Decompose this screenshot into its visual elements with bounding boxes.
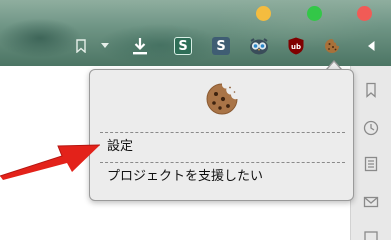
bookmarks-sidebar-icon[interactable] [363,82,379,98]
menu-separator [100,132,345,133]
reading-list-sidebar-icon[interactable] [363,156,379,172]
extension-s-green-icon[interactable]: S [174,36,192,56]
download-icon[interactable] [131,36,149,56]
panel-sidebar-icon[interactable] [363,230,379,240]
cookie-extension-icon[interactable] [323,36,341,56]
mail-sidebar-icon[interactable] [363,194,379,210]
minimize-window-button[interactable] [256,6,271,21]
bookmark-icon[interactable] [75,36,87,56]
chevron-down-icon[interactable] [99,36,111,56]
ublock-label: ub [291,43,301,51]
ublock-origin-icon[interactable]: ub [287,36,305,56]
cookie-icon [206,83,238,115]
settings-menu-item[interactable]: 設定 [98,134,347,160]
extension-s-blue-icon[interactable]: S [212,36,230,56]
sidebar-toggle-icon[interactable] [364,36,378,56]
extension-s-green-label: S [174,37,192,55]
browser-sidebar [350,66,391,240]
support-project-menu-item[interactable]: プロジェクトを支援したい [98,164,347,190]
extension-owl-icon[interactable] [249,36,269,56]
history-sidebar-icon[interactable] [363,120,379,136]
extension-popup: 設定 プロジェクトを支援したい [89,69,354,201]
browser-toolbar: S S ub [0,0,391,66]
zoom-window-button[interactable] [307,6,322,21]
extension-s-blue-label: S [212,37,230,55]
close-window-button[interactable] [357,6,372,21]
annotation-arrow [0,144,101,180]
menu-separator [100,162,345,163]
